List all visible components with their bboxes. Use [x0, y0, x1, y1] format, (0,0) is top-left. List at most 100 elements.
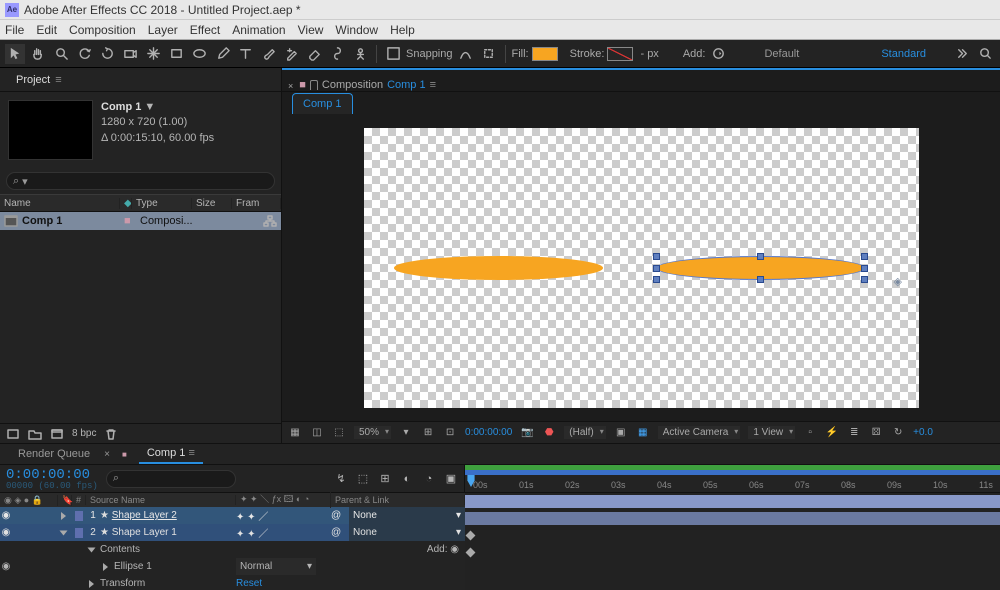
bbox-handle[interactable]: [653, 265, 660, 272]
timeline-search[interactable]: ⌕: [106, 470, 236, 488]
parent-pickwhip-icon[interactable]: @: [331, 524, 349, 541]
brainstorm-icon[interactable]: ▣: [444, 473, 458, 485]
comp-thumbnail[interactable]: [8, 100, 93, 160]
layer-bar-2[interactable]: [465, 512, 1000, 525]
shy-icon[interactable]: ↯: [334, 473, 348, 485]
visibility-toggle[interactable]: ◉: [0, 510, 12, 521]
add-menu-icon[interactable]: ◉: [450, 544, 459, 555]
reset-exposure-icon[interactable]: ↻: [891, 427, 905, 439]
bbox-handle[interactable]: [653, 253, 660, 260]
eraser-tool[interactable]: [304, 44, 324, 64]
orbit-tool[interactable]: [74, 44, 94, 64]
bbox-handle[interactable]: [757, 253, 764, 260]
expand-icon[interactable]: [89, 580, 94, 588]
channel-icon[interactable]: ⬣: [542, 427, 556, 439]
expand-icon[interactable]: [103, 563, 108, 571]
puppet-tool[interactable]: [350, 44, 370, 64]
layout-default[interactable]: Default: [764, 48, 799, 60]
interpret-icon[interactable]: [6, 428, 20, 440]
menu-composition[interactable]: Composition: [69, 23, 136, 37]
exposure-value[interactable]: +0.0: [913, 427, 933, 438]
zoom-dropdown[interactable]: 50%: [354, 426, 391, 439]
mask-icon[interactable]: ◫: [310, 427, 324, 439]
menu-file[interactable]: File: [5, 23, 24, 37]
new-folder-icon[interactable]: [28, 428, 42, 440]
bbox-handle[interactable]: [653, 276, 660, 283]
motion-blur-icon[interactable]: ◐: [400, 473, 414, 485]
expand-icon[interactable]: [61, 512, 66, 520]
flowchart-icon[interactable]: [263, 215, 277, 227]
add-menu-icon[interactable]: [708, 44, 728, 64]
menu-edit[interactable]: Edit: [36, 23, 57, 37]
tab-comp1[interactable]: Comp 1 ≡: [139, 444, 203, 464]
label-color[interactable]: [75, 511, 83, 521]
menu-animation[interactable]: Animation: [232, 23, 285, 37]
guides-icon[interactable]: ⊡: [443, 427, 457, 439]
close-tab-icon[interactable]: ×: [288, 81, 293, 91]
comp-dropdown-icon[interactable]: ▼: [144, 101, 155, 113]
viewer-timecode[interactable]: 0:00:00:00: [465, 427, 512, 438]
frame-blend-icon[interactable]: ⊞: [378, 473, 392, 485]
project-item-comp1[interactable]: Comp 1 ■ Composi...: [0, 212, 281, 230]
overflow-icon[interactable]: [952, 44, 972, 64]
project-tab[interactable]: Project≡: [8, 70, 70, 90]
project-search[interactable]: ⌕▾: [6, 172, 275, 190]
pan-behind-tool[interactable]: [143, 44, 163, 64]
search-icon[interactable]: [975, 44, 995, 64]
hand-tool[interactable]: [28, 44, 48, 64]
col-name[interactable]: Name: [0, 198, 120, 209]
bpc-label[interactable]: 8 bpc: [72, 428, 96, 439]
transparency-icon[interactable]: ▦: [636, 427, 650, 439]
flowchart-icon[interactable]: ⚄: [869, 427, 883, 439]
camera-tool[interactable]: [120, 44, 140, 64]
stroke-width[interactable]: - px: [640, 48, 658, 60]
snap-opt1-icon[interactable]: [456, 44, 476, 64]
visibility-toggle[interactable]: ◉: [0, 527, 12, 538]
menu-effect[interactable]: Effect: [190, 23, 220, 37]
new-comp-icon[interactable]: [50, 428, 64, 440]
roto-tool[interactable]: [327, 44, 347, 64]
3d-icon[interactable]: ⬚: [332, 427, 346, 439]
menu-help[interactable]: Help: [390, 23, 415, 37]
col-frame[interactable]: Fram: [232, 198, 281, 209]
res-dropdown[interactable]: (Half): [564, 426, 605, 439]
camera-dropdown[interactable]: Active Camera: [658, 426, 741, 439]
clone-tool[interactable]: [281, 44, 301, 64]
brush-tool[interactable]: [258, 44, 278, 64]
timeline-tracks[interactable]: 00s01s02s03s04s05s06s07s08s09s10s11s: [465, 465, 1000, 590]
layer-name[interactable]: Shape Layer 2: [112, 510, 177, 521]
layer-bar-1[interactable]: [465, 495, 1000, 508]
col-type[interactable]: Type: [132, 198, 192, 209]
trash-icon[interactable]: [104, 428, 118, 440]
tab-render-queue[interactable]: Render Queue: [10, 445, 98, 463]
collapse-icon[interactable]: [88, 547, 96, 552]
alpha-icon[interactable]: ▦: [288, 427, 302, 439]
ellipse-tool[interactable]: [189, 44, 209, 64]
rotate-tool[interactable]: [97, 44, 117, 64]
layer-row-1[interactable]: ◉ 1 ★ Shape Layer 2 ✦ ✦ ／ @ None▾: [0, 507, 465, 524]
menubar[interactable]: File Edit Composition Layer Effect Anima…: [0, 20, 1000, 40]
anchor-icon[interactable]: ◈: [894, 275, 902, 288]
layer-name[interactable]: Shape Layer 1: [112, 527, 177, 538]
bbox-handle[interactable]: [757, 276, 764, 283]
keyframe-icon[interactable]: [466, 548, 476, 558]
lock-icon[interactable]: [310, 80, 318, 90]
fill-color-swatch[interactable]: [532, 47, 558, 61]
crumb-comp[interactable]: Comp 1: [387, 79, 426, 91]
draft3d-icon[interactable]: ⬚: [356, 473, 370, 485]
canvas[interactable]: ◈: [364, 128, 919, 408]
bbox-handle[interactable]: [861, 265, 868, 272]
col-label[interactable]: ◆: [120, 198, 132, 209]
col-size[interactable]: Size: [192, 198, 232, 209]
timeline-icon[interactable]: ≣: [847, 427, 861, 439]
parent-pickwhip-icon[interactable]: @: [331, 507, 349, 524]
stroke-color-swatch[interactable]: [607, 47, 633, 61]
snapshot-icon[interactable]: 📷: [520, 427, 534, 439]
fast-preview-icon[interactable]: ⚡: [825, 427, 839, 439]
views-dropdown[interactable]: 1 View: [748, 426, 795, 439]
blend-mode-dropdown[interactable]: Normal▾: [236, 558, 316, 575]
ellipse-row[interactable]: ◉ Ellipse 1 Normal▾: [0, 558, 465, 575]
layer-row-2[interactable]: ◉ 2 ★ Shape Layer 1 ✦ ✦ ／ @ None▾: [0, 524, 465, 541]
graph-editor-icon[interactable]: ◔: [422, 473, 436, 485]
snap-opt2-icon[interactable]: [479, 44, 499, 64]
